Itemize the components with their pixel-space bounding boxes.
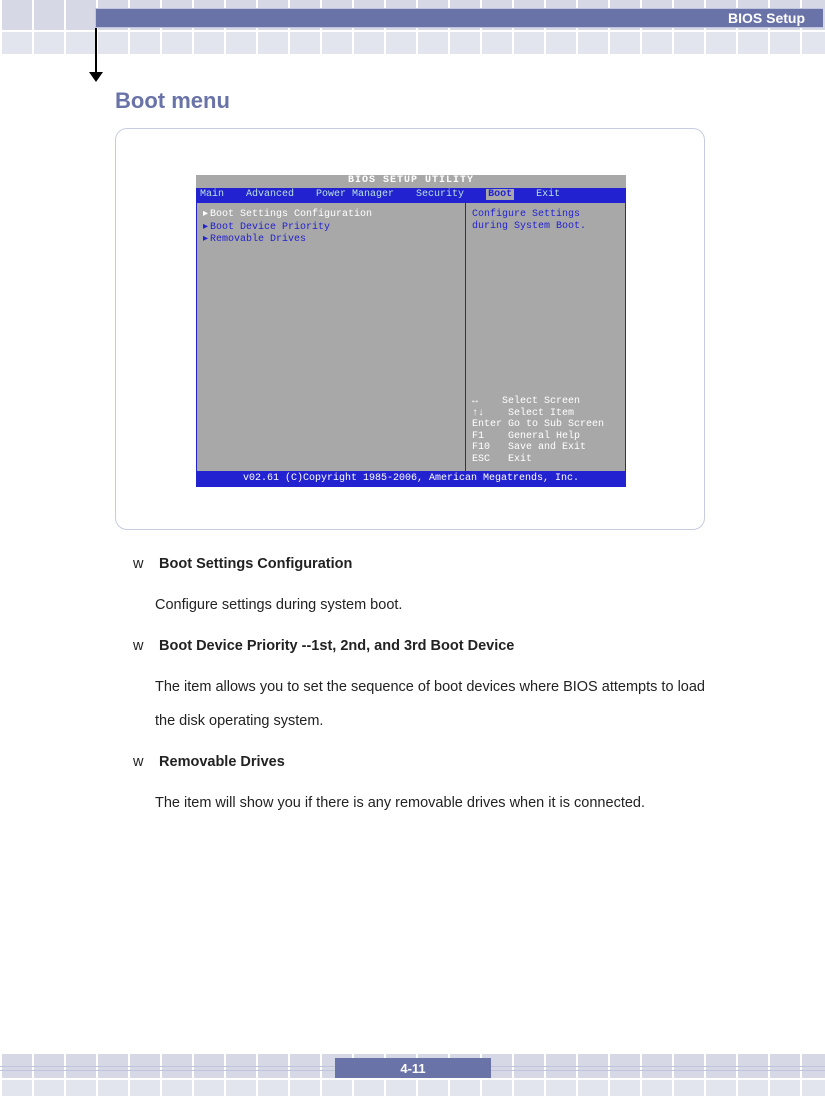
content-area: Boot menu BIOS SETUP UTILITY Main Advanc…: [115, 88, 705, 836]
bios-screenshot: BIOS SETUP UTILITY Main Advanced Power M…: [196, 175, 626, 487]
section-body: The item allows you to set the sequence …: [155, 670, 705, 738]
bios-item-removable-drives: ▸Removable Drives: [203, 234, 459, 246]
section-title: Boot Settings Configuration: [159, 556, 352, 572]
bios-item-boot-device-priority: ▸Boot Device Priority: [203, 222, 459, 234]
bios-hint: ↔ Select Screen: [472, 396, 619, 408]
bios-item-label: Boot Settings Configuration: [210, 209, 372, 220]
section-boot-settings: w Boot Settings Configuration Configure …: [133, 556, 705, 622]
section-removable-drives: w Removable Drives The item will show yo…: [133, 754, 705, 820]
bios-tab-boot: Boot: [486, 189, 514, 201]
bios-hint: F1 General Help: [472, 431, 619, 443]
section-boot-device-priority: w Boot Device Priority --1st, 2nd, and 3…: [133, 638, 705, 738]
bios-hints: ↔ Select Screen ↑↓ Select Item Enter Go …: [472, 391, 619, 465]
bios-screenshot-frame: BIOS SETUP UTILITY Main Advanced Power M…: [115, 128, 705, 530]
page-number: 4-11: [400, 1061, 425, 1076]
section-body: The item will show you if there is any r…: [155, 786, 705, 820]
bios-left-panel: ▸Boot Settings Configuration ▸Boot Devic…: [196, 203, 466, 472]
bios-footer: v02.61 (C)Copyright 1985-2006, American …: [196, 472, 626, 487]
top-decoration: BIOS Setup: [0, 0, 825, 54]
header-bar: BIOS Setup: [95, 8, 823, 28]
bios-hint: ESC Exit: [472, 454, 619, 466]
decor-row-2: [0, 32, 825, 54]
bios-body: ▸Boot Settings Configuration ▸Boot Devic…: [196, 202, 626, 472]
decor-row-1: BIOS Setup: [0, 0, 825, 32]
decor-row-bottom-2: [0, 1080, 825, 1098]
arrow-line-icon: [95, 28, 97, 76]
section-title: Boot Device Priority --1st, 2nd, and 3rd…: [159, 638, 514, 654]
bios-hint: ↑↓ Select Item: [472, 408, 619, 420]
header-label: BIOS Setup: [728, 10, 805, 26]
bios-tab-exit: Exit: [536, 189, 560, 201]
bios-tab-security: Security: [416, 189, 464, 201]
bios-hint: Enter Go to Sub Screen: [472, 419, 619, 431]
bios-utility-title: BIOS SETUP UTILITY: [196, 175, 626, 188]
page-title: Boot menu: [115, 88, 705, 114]
bios-item-label: Boot Device Priority: [210, 222, 330, 233]
bullet: w: [133, 638, 155, 654]
bios-help-line: during System Boot.: [472, 221, 619, 233]
arrow-head-icon: [89, 72, 103, 82]
section-body: Configure settings during system boot.: [155, 588, 705, 622]
bottom-decoration: 4-11: [0, 1054, 825, 1098]
bios-tab-main: Main: [200, 189, 224, 201]
bios-item-label: Removable Drives: [210, 234, 306, 245]
bios-help-line: Configure Settings: [472, 209, 619, 221]
section-title: Removable Drives: [159, 754, 285, 770]
bios-item-boot-settings: ▸Boot Settings Configuration: [203, 209, 459, 221]
bullet: w: [133, 556, 155, 572]
bios-tab-power: Power Manager: [316, 189, 394, 201]
bios-hint: F10 Save and Exit: [472, 442, 619, 454]
bios-tab-row: Main Advanced Power Manager Security Boo…: [196, 188, 626, 203]
page-number-bar: 4-11: [335, 1058, 491, 1078]
bullet: w: [133, 754, 155, 770]
bios-right-panel: Configure Settings during System Boot. ↔…: [466, 203, 626, 472]
bios-tab-advanced: Advanced: [246, 189, 294, 201]
